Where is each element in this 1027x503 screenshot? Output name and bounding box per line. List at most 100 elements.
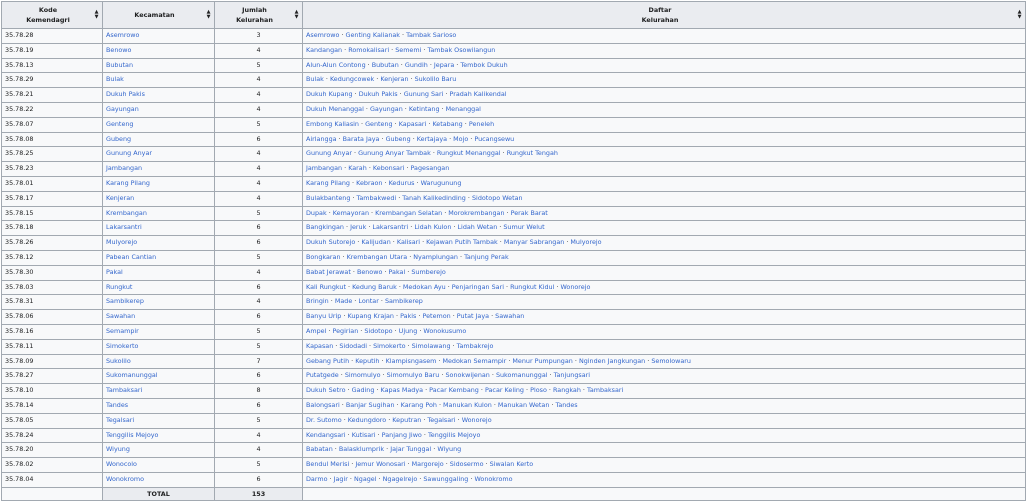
kelurahan-link[interactable]: Sukomanunggal bbox=[496, 371, 548, 379]
kelurahan-link[interactable]: Kalisari bbox=[397, 238, 420, 246]
kelurahan-link[interactable]: Jeruk bbox=[350, 223, 366, 231]
kelurahan-link[interactable]: Perak Barat bbox=[511, 209, 548, 217]
kelurahan-link[interactable]: Karang Poh bbox=[401, 401, 437, 409]
kelurahan-link[interactable]: Gunung Anyar Tambak bbox=[358, 149, 431, 157]
kecamatan-link[interactable]: Sambikerep bbox=[106, 297, 144, 305]
kelurahan-link[interactable]: Lidah Wetan bbox=[458, 223, 498, 231]
kelurahan-link[interactable]: Gebang Putih bbox=[306, 357, 349, 365]
kecamatan-link[interactable]: Rungkut bbox=[106, 283, 132, 291]
kelurahan-link[interactable]: Wonokromo bbox=[474, 475, 512, 483]
kelurahan-link[interactable]: Bulakbanteng bbox=[306, 194, 350, 202]
kelurahan-link[interactable]: Kebonsari bbox=[373, 164, 404, 172]
kelurahan-link[interactable]: Simokerto bbox=[373, 342, 405, 350]
kelurahan-link[interactable]: Airlangga bbox=[306, 135, 337, 143]
kelurahan-link[interactable]: Balongsari bbox=[306, 401, 340, 409]
kelurahan-link[interactable]: Sidotopo bbox=[364, 327, 392, 335]
kelurahan-link[interactable]: Kedurus bbox=[389, 179, 415, 187]
kelurahan-link[interactable]: Manyar Sabrangan bbox=[504, 238, 564, 246]
kecamatan-link[interactable]: Gayungan bbox=[106, 105, 139, 113]
kelurahan-link[interactable]: Tandes bbox=[555, 401, 577, 409]
kelurahan-link[interactable]: Margorejo bbox=[412, 460, 444, 468]
kecamatan-link[interactable]: Benowo bbox=[106, 46, 131, 54]
kelurahan-link[interactable]: Kapas Madya bbox=[381, 386, 424, 394]
kelurahan-link[interactable]: Banjar Sugihan bbox=[346, 401, 395, 409]
kelurahan-link[interactable]: Dukuh Pakis bbox=[359, 90, 398, 98]
kecamatan-link[interactable]: Bubutan bbox=[106, 61, 133, 69]
kelurahan-link[interactable]: Sukolilo Baru bbox=[415, 75, 457, 83]
kelurahan-link[interactable]: Dupak bbox=[306, 209, 327, 217]
sort-icon[interactable]: ▲ ▼ bbox=[1017, 10, 1022, 20]
kelurahan-link[interactable]: Putatgede bbox=[306, 371, 339, 379]
kecamatan-link[interactable]: Gubeng bbox=[106, 135, 131, 143]
kelurahan-link[interactable]: Dukuh Menanggal bbox=[306, 105, 364, 113]
kecamatan-link[interactable]: Pabean Cantian bbox=[106, 253, 156, 261]
kelurahan-link[interactable]: Gundih bbox=[405, 61, 428, 69]
kelurahan-link[interactable]: Sememi bbox=[395, 46, 421, 54]
kelurahan-link[interactable]: Keputih bbox=[355, 357, 379, 365]
kelurahan-link[interactable]: Tanah Kalikedinding bbox=[402, 194, 466, 202]
kecamatan-link[interactable]: Wonokromo bbox=[106, 475, 144, 483]
kelurahan-link[interactable]: Karah bbox=[348, 164, 367, 172]
kelurahan-link[interactable]: Medokan Semampir bbox=[442, 357, 506, 365]
kecamatan-link[interactable]: Bulak bbox=[106, 75, 124, 83]
kelurahan-link[interactable]: Putat Jaya bbox=[457, 312, 489, 320]
kelurahan-link[interactable]: Klampisngasem bbox=[386, 357, 437, 365]
kelurahan-link[interactable]: Manukan Kulon bbox=[443, 401, 492, 409]
kelurahan-link[interactable]: Sidotopo Wetan bbox=[472, 194, 523, 202]
kelurahan-link[interactable]: Kedungdoro bbox=[348, 416, 386, 424]
kelurahan-link[interactable]: Wonokusumo bbox=[423, 327, 466, 335]
kelurahan-link[interactable]: Simomulyo Baru bbox=[387, 371, 440, 379]
kelurahan-link[interactable]: Tanjung Perak bbox=[464, 253, 509, 261]
kelurahan-link[interactable]: Sawahan bbox=[495, 312, 524, 320]
kelurahan-link[interactable]: Mojo bbox=[453, 135, 468, 143]
kelurahan-link[interactable]: Bubutan bbox=[372, 61, 399, 69]
kelurahan-link[interactable]: Rangkah bbox=[553, 386, 581, 394]
kelurahan-link[interactable]: Pucangsewu bbox=[474, 135, 514, 143]
kelurahan-link[interactable]: Pacar Keling bbox=[485, 386, 524, 394]
kelurahan-link[interactable]: Babat Jerawat bbox=[306, 268, 351, 276]
kelurahan-link[interactable]: Rungkut Kidul bbox=[510, 283, 554, 291]
kelurahan-link[interactable]: Manukan Wetan bbox=[498, 401, 549, 409]
kelurahan-link[interactable]: Panjang Jiwo bbox=[382, 431, 422, 439]
kelurahan-link[interactable]: Gunung Anyar bbox=[306, 149, 352, 157]
kelurahan-link[interactable]: Banyu Urip bbox=[306, 312, 341, 320]
header-kecamatan[interactable]: Kecamatan ▲ ▼ bbox=[102, 1, 215, 29]
header-daftar[interactable]: Daftar Kelurahan ▲ ▼ bbox=[302, 1, 1026, 29]
kelurahan-link[interactable]: Kutisari bbox=[352, 431, 376, 439]
kelurahan-link[interactable]: Tenggilis Mejoyo bbox=[428, 431, 480, 439]
kelurahan-link[interactable]: Penjaringan Sari bbox=[452, 283, 504, 291]
kecamatan-link[interactable]: Mulyorejo bbox=[106, 238, 137, 246]
kelurahan-link[interactable]: Gading bbox=[352, 386, 375, 394]
kelurahan-link[interactable]: Nginden Jangkungan bbox=[579, 357, 645, 365]
kecamatan-link[interactable]: Genteng bbox=[106, 120, 133, 128]
kecamatan-link[interactable]: Sawahan bbox=[106, 312, 135, 320]
kelurahan-link[interactable]: Pradah Kalikendal bbox=[449, 90, 506, 98]
kelurahan-link[interactable]: Siwalan Kerto bbox=[490, 460, 534, 468]
kelurahan-link[interactable]: Krembangan Utara bbox=[347, 253, 408, 261]
kelurahan-link[interactable]: Bendul Merisi bbox=[306, 460, 349, 468]
kelurahan-link[interactable]: Jambangan bbox=[306, 164, 342, 172]
kecamatan-link[interactable]: Krembangan bbox=[106, 209, 147, 217]
kelurahan-link[interactable]: Darmo bbox=[306, 475, 328, 483]
kecamatan-link[interactable]: Wiyung bbox=[106, 445, 130, 453]
kecamatan-link[interactable]: Dukuh Pakis bbox=[106, 90, 145, 98]
kelurahan-link[interactable]: Tambakrejo bbox=[457, 342, 494, 350]
kecamatan-link[interactable]: Jambangan bbox=[106, 164, 142, 172]
kelurahan-link[interactable]: Tambak Osowilangun bbox=[427, 46, 495, 54]
header-kode[interactable]: Kode Kemendagri ▲ ▼ bbox=[1, 1, 103, 29]
kelurahan-link[interactable]: Sidodadi bbox=[339, 342, 367, 350]
kelurahan-link[interactable]: Ketintang bbox=[409, 105, 440, 113]
kelurahan-link[interactable]: Kapasari bbox=[399, 120, 427, 128]
kelurahan-link[interactable]: Sidosermo bbox=[450, 460, 484, 468]
kelurahan-link[interactable]: Alun-Alun Contong bbox=[306, 61, 366, 69]
kelurahan-link[interactable]: Jepara bbox=[434, 61, 454, 69]
kelurahan-link[interactable]: Pakis bbox=[400, 312, 416, 320]
sort-icon[interactable]: ▲ ▼ bbox=[94, 10, 99, 20]
header-jumlah[interactable]: Jumlah Kelurahan ▲ ▼ bbox=[214, 1, 303, 29]
kecamatan-link[interactable]: Wonocolo bbox=[106, 460, 137, 468]
kelurahan-link[interactable]: Dukuh Sutorejo bbox=[306, 238, 355, 246]
kelurahan-link[interactable]: Simomulyo bbox=[345, 371, 381, 379]
kelurahan-link[interactable]: Rungkut Tengah bbox=[507, 149, 558, 157]
kelurahan-link[interactable]: Pakal bbox=[388, 268, 405, 276]
sort-icon[interactable]: ▲ ▼ bbox=[206, 10, 211, 20]
